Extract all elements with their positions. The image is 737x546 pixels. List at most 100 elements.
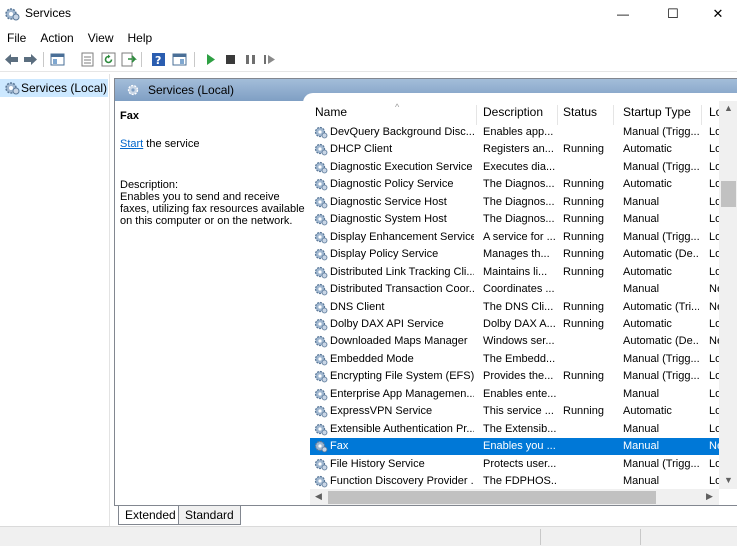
service-description: Dolby DAX A... (483, 317, 556, 330)
start-service-icon[interactable] (202, 51, 219, 68)
service-name: Distributed Transaction Coor... (330, 283, 474, 296)
service-name: Diagnostic Policy Service (330, 178, 454, 191)
tree-item-services-local[interactable]: Services (Local) (0, 79, 108, 97)
menu-help[interactable]: Help (121, 28, 160, 48)
mmc-view-icon[interactable] (171, 51, 188, 68)
service-description: This service ... (483, 405, 554, 418)
table-row[interactable]: DevQuery Background Disc... Enables app..… (310, 124, 728, 141)
service-startup-type: Manual (623, 387, 660, 400)
table-row[interactable]: Diagnostic Policy Service The Diagnos... R… (310, 176, 728, 193)
column-separator[interactable] (557, 105, 558, 125)
scroll-up-icon[interactable]: ▲ (724, 103, 733, 113)
table-row-selected[interactable]: Fax Enables you ... Manual Ne (310, 438, 728, 456)
tab-extended[interactable]: Extended (118, 506, 183, 525)
table-row[interactable]: Downloaded Maps Manager Windows ser... Aut… (310, 333, 728, 350)
close-button[interactable]: ✕ (695, 0, 737, 27)
service-status: Running (563, 405, 604, 418)
service-status: Running (563, 370, 604, 383)
export-list-icon[interactable] (120, 51, 137, 68)
column-header-name[interactable]: ^ Name (313, 102, 399, 122)
service-description: The Embedd... (483, 352, 556, 365)
vertical-scrollbar[interactable]: ▲ ▼ (719, 101, 737, 489)
service-gear-icon (314, 125, 328, 142)
menu-file[interactable]: File (0, 28, 33, 48)
service-gear-icon (314, 212, 328, 229)
start-service-link[interactable]: Start (120, 138, 143, 150)
maximize-icon: ☐ (667, 5, 679, 21)
service-startup-type: Manual (Trigg... (623, 160, 699, 173)
services-gear-icon (4, 6, 20, 22)
pause-service-icon[interactable] (242, 51, 259, 68)
table-row[interactable]: Dolby DAX API Service Dolby DAX A... Runni… (310, 316, 728, 333)
menu-view[interactable]: View (81, 28, 121, 48)
show-hide-console-tree-icon[interactable] (49, 51, 66, 68)
minimize-icon: — (617, 6, 629, 21)
menu-bar: File Action View Help (0, 28, 737, 48)
services-panel: Services (Local) Fax Start the service D… (114, 78, 737, 506)
restart-service-icon[interactable] (261, 51, 278, 68)
extended-description-pane: Fax Start the service Description: Enabl… (120, 110, 310, 227)
vertical-scroll-thumb[interactable] (721, 181, 736, 207)
service-description: Manages th... (483, 248, 550, 261)
column-separator[interactable] (701, 105, 702, 125)
service-startup-type: Automatic (623, 317, 672, 330)
stop-service-icon[interactable] (222, 51, 239, 68)
column-header-log-on-as[interactable]: Log (707, 105, 719, 122)
service-description: The Extensib... (483, 422, 557, 435)
back-icon[interactable] (3, 51, 20, 68)
table-row[interactable]: Distributed Link Tracking Cli... Maintain… (310, 264, 728, 281)
window-title: Services (25, 6, 72, 20)
service-startup-type: Automatic (De... (623, 248, 699, 261)
service-startup-type: Manual (Trigg... (623, 370, 699, 383)
horizontal-scrollbar[interactable]: ◀ ▶ (310, 489, 719, 505)
table-row[interactable]: Extensible Authentication Pr... The Exten… (310, 421, 728, 438)
scroll-left-icon[interactable]: ◀ (315, 491, 322, 502)
forward-icon[interactable] (22, 51, 39, 68)
column-header-startup-type[interactable]: Startup Type (621, 105, 691, 122)
table-row[interactable]: Function Discovery Provider ... The FDPHO… (310, 473, 728, 490)
service-gear-icon (314, 317, 328, 334)
service-startup-type: Automatic (623, 178, 672, 191)
table-row[interactable]: Enterprise App Managemen... Enables ente.… (310, 386, 728, 403)
status-separator (640, 529, 641, 545)
table-row[interactable]: Embedded Mode The Embedd... Manual (Trigg.… (310, 351, 728, 368)
table-row[interactable]: DNS Client The DNS Cli... Running Automatic… (310, 299, 728, 316)
table-row[interactable]: Diagnostic Service Host The Diagnos... Run… (310, 194, 728, 211)
scroll-right-icon[interactable]: ▶ (706, 491, 713, 502)
start-service-line: Start the service (120, 138, 199, 150)
table-row[interactable]: ExpressVPN Service This service ... Runnin… (310, 403, 728, 420)
toolbar-separator (194, 52, 195, 67)
column-header-status[interactable]: Status (561, 105, 597, 122)
service-gear-icon (314, 160, 328, 177)
table-row[interactable]: Encrypting File System (EFS) Provides the… (310, 368, 728, 385)
service-status: Running (563, 178, 604, 191)
service-name: Display Enhancement Service (330, 230, 474, 243)
scroll-down-icon[interactable]: ▼ (724, 475, 733, 485)
table-row[interactable]: File History Service Protects user... Manu… (310, 456, 728, 473)
toolbar: ? (0, 48, 737, 72)
toolbar-separator (141, 52, 142, 67)
horizontal-scroll-thumb[interactable] (328, 491, 656, 504)
minimize-button[interactable]: — (600, 0, 646, 27)
help-icon[interactable]: ? (150, 51, 167, 68)
column-separator[interactable] (613, 105, 614, 125)
properties-icon[interactable] (79, 51, 96, 68)
refresh-icon[interactable] (100, 51, 117, 68)
table-row[interactable]: Diagnostic System Host The Diagnos... Runn… (310, 211, 728, 228)
table-row[interactable]: Display Policy Service Manages th... Runni… (310, 246, 728, 263)
maximize-button[interactable]: ☐ (650, 0, 696, 27)
service-description: The FDPHOS... (483, 475, 557, 487)
service-startup-type: Manual (623, 283, 660, 296)
view-tabs: Extended Standard (114, 506, 737, 526)
tab-standard[interactable]: Standard (178, 506, 241, 525)
service-status: Running (563, 143, 604, 156)
column-header-description[interactable]: Description (481, 105, 543, 122)
table-row[interactable]: Distributed Transaction Coor... Coordinat… (310, 281, 728, 298)
service-startup-type: Manual (Trigg... (623, 126, 699, 138)
menu-action[interactable]: Action (33, 28, 80, 48)
column-separator[interactable] (476, 105, 477, 125)
service-name: DHCP Client (330, 143, 393, 156)
table-row[interactable]: Diagnostic Execution Service Executes dia… (310, 159, 728, 176)
table-row[interactable]: DHCP Client Registers an... Running Automat… (310, 141, 728, 158)
table-row[interactable]: Display Enhancement Service A service for… (310, 229, 728, 246)
